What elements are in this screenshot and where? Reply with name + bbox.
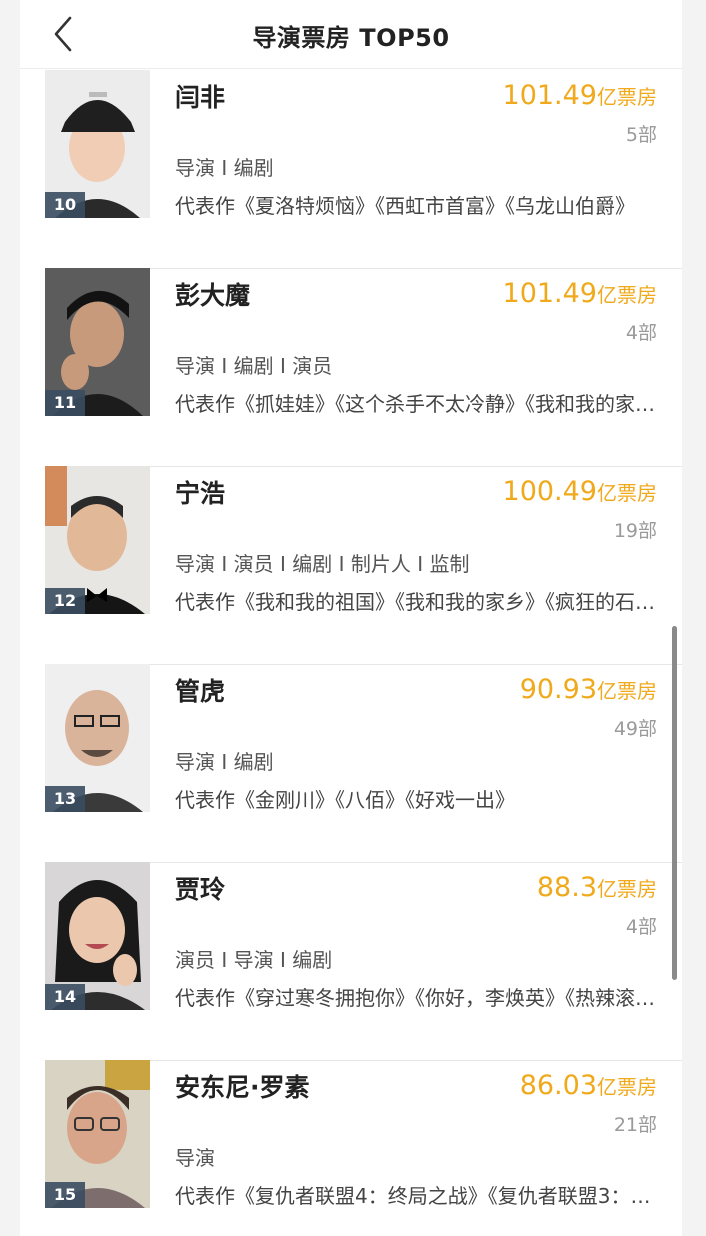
director-photo: 15: [45, 1060, 150, 1208]
box-office: 100.49亿票房: [503, 476, 657, 507]
director-roles: 演员 I 导演 I 编剧: [175, 948, 333, 972]
director-photo: 12: [45, 466, 150, 614]
director-photo: 14: [45, 862, 150, 1010]
box-office-unit: 亿票房: [597, 283, 657, 307]
scrollbar[interactable]: [672, 626, 677, 980]
box-office-unit: 亿票房: [597, 85, 657, 109]
box-office-value: 101.49: [502, 80, 597, 111]
film-count: 5部: [625, 124, 657, 146]
film-count: 19部: [613, 520, 657, 542]
nav-header: 导演票房 TOP50: [20, 0, 682, 69]
box-office: 88.3亿票房: [537, 872, 657, 903]
director-row[interactable]: 11 彭大魔 101.49亿票房 4部 导演 I 编剧 I 演员 代表作《抓娃娃…: [45, 268, 682, 467]
director-row[interactable]: 12 宁浩 100.49亿票房 19部 导演 I 演员 I 编剧 I 制片人 I…: [45, 466, 682, 665]
box-office: 101.49亿票房: [503, 278, 657, 309]
page: 导演票房 TOP50 10 闫非 101.49亿票房 5部 导演 I 编剧 代表…: [20, 0, 682, 1236]
box-office-unit: 亿票房: [597, 1075, 657, 1099]
box-office-unit: 亿票房: [597, 679, 657, 703]
director-roles: 导演 I 编剧: [175, 750, 274, 774]
rank-badge: 14: [45, 984, 85, 1010]
box-office-value: 88.3: [536, 872, 597, 903]
director-name: 宁浩: [175, 479, 226, 508]
box-office: 90.93亿票房: [520, 674, 657, 705]
box-office: 101.49亿票房: [503, 80, 657, 111]
film-count: 4部: [625, 322, 657, 344]
rank-badge: 13: [45, 786, 85, 812]
director-photo: 11: [45, 268, 150, 416]
representative-works: 代表作《金刚川》《八佰》《好戏一出》: [175, 788, 515, 812]
rank-badge: 15: [45, 1182, 85, 1208]
box-office-value: 100.49: [502, 476, 597, 507]
representative-works: 代表作《复仇者联盟4：终局之战》《复仇者联盟3：无限战争》: [175, 1184, 655, 1208]
film-count: 21部: [613, 1114, 657, 1136]
director-row[interactable]: 14 贾玲 88.3亿票房 4部 演员 I 导演 I 编剧 代表作《穿过寒冬拥抱…: [45, 862, 682, 1061]
director-row[interactable]: 13 管虎 90.93亿票房 49部 导演 I 编剧 代表作《金刚川》《八佰》《…: [45, 664, 682, 863]
director-photo: 10: [45, 70, 150, 218]
box-office: 86.03亿票房: [520, 1070, 657, 1101]
representative-works: 代表作《穿过寒冬拥抱你》《你好，李焕英》《热辣滚烫》: [175, 986, 655, 1010]
director-roles: 导演 I 编剧 I 演员: [175, 354, 333, 378]
director-name: 闫非: [175, 83, 226, 112]
rank-badge: 12: [45, 588, 85, 614]
director-roles: 导演 I 演员 I 编剧 I 制片人 I 监制: [175, 552, 470, 576]
director-name: 管虎: [175, 677, 226, 706]
director-row[interactable]: 10 闫非 101.49亿票房 5部 导演 I 编剧 代表作《夏洛特烦恼》《西虹…: [45, 70, 682, 269]
box-office-value: 101.49: [502, 278, 597, 309]
film-count: 49部: [613, 718, 657, 740]
page-title: 导演票房 TOP50: [252, 24, 450, 52]
representative-works: 代表作《抓娃娃》《这个杀手不太冷静》《我和我的家乡》: [175, 392, 655, 416]
representative-works: 代表作《我和我的祖国》《我和我的家乡》《疯狂的石头》: [175, 590, 655, 614]
representative-works: 代表作《夏洛特烦恼》《西虹市首富》《乌龙山伯爵》: [175, 194, 635, 218]
director-roles: 导演 I 编剧: [175, 156, 274, 180]
director-name: 安东尼·罗素: [175, 1073, 310, 1102]
rank-badge: 11: [45, 390, 85, 416]
box-office-unit: 亿票房: [597, 481, 657, 505]
box-office-unit: 亿票房: [597, 877, 657, 901]
film-count: 4部: [625, 916, 657, 938]
director-roles: 导演: [175, 1146, 215, 1170]
director-name: 贾玲: [175, 875, 226, 904]
director-photo: 13: [45, 664, 150, 812]
box-office-value: 90.93: [519, 674, 597, 705]
rank-badge: 10: [45, 192, 85, 218]
director-name: 彭大魔: [175, 281, 251, 310]
director-row[interactable]: 15 安东尼·罗素 86.03亿票房 21部 导演 代表作《复仇者联盟4：终局之…: [45, 1060, 682, 1236]
box-office-value: 86.03: [519, 1070, 597, 1101]
